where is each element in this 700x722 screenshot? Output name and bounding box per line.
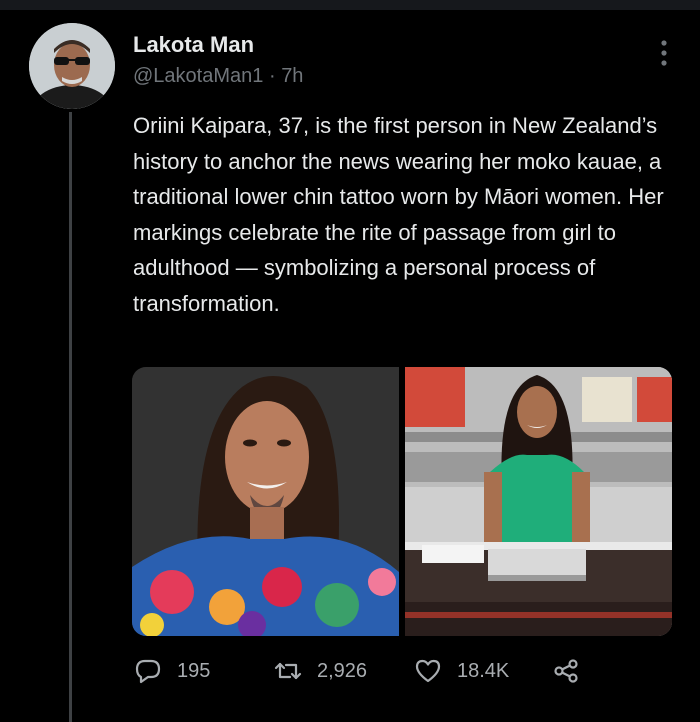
tweet-body-text: Oriini Kaipara, 37, is the first person …: [133, 113, 664, 316]
avatar-image: [29, 23, 115, 109]
retweet-button[interactable]: 2,926: [273, 652, 367, 690]
reply-button[interactable]: 195: [133, 652, 210, 690]
reply-icon: [135, 659, 161, 684]
meta-separator: ·: [268, 65, 276, 87]
top-divider-strip: [0, 0, 700, 10]
tweet-action-bar: 195 2,926 18.4K: [133, 652, 603, 690]
like-count: 18.4K: [457, 659, 510, 682]
handle-row: @LakotaMan1 · 7h: [133, 61, 303, 91]
avatar[interactable]: [29, 23, 115, 109]
tweet-media-grid: [132, 367, 672, 636]
share-icon: [554, 659, 578, 683]
retweet-icon: [274, 662, 302, 680]
author-handle[interactable]: @LakotaMan1: [133, 65, 263, 87]
more-options-button[interactable]: [652, 36, 676, 70]
like-button[interactable]: 18.4K: [413, 652, 509, 690]
retweet-count: 2,926: [317, 659, 368, 682]
tweet-header: Lakota Man @LakotaMan1 · 7h: [133, 31, 303, 91]
heart-icon: [415, 659, 441, 683]
tweet-timestamp[interactable]: 7h: [281, 65, 303, 87]
author-name[interactable]: Lakota Man: [133, 31, 303, 59]
thread-connector-line: [69, 112, 72, 722]
more-dots-icon: [661, 40, 667, 66]
share-button[interactable]: [551, 652, 581, 690]
media-photo-newsroom[interactable]: [405, 367, 672, 636]
media-photo-portrait[interactable]: [132, 367, 399, 636]
reply-count: 195: [177, 659, 211, 682]
